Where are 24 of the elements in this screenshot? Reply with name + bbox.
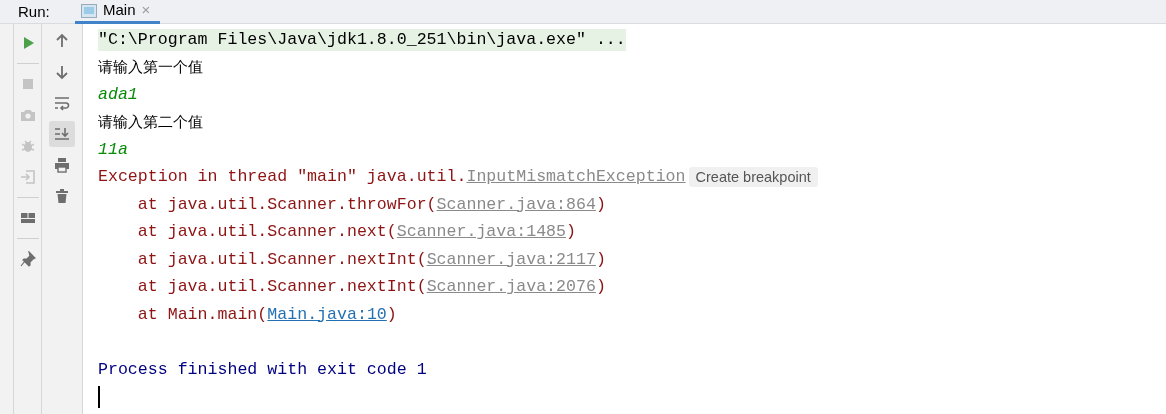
console-line: 请输入第一个值 (98, 58, 203, 78)
console-line: at java.util.Scanner.nextInt(Scanner.java:2117) (136, 248, 606, 271)
console-line: ada1 (98, 83, 138, 106)
console-line: at java.util.Scanner.next(Scanner.java:1485) (136, 221, 576, 244)
text-cursor (98, 386, 100, 409)
scroll-to-end-icon[interactable] (49, 121, 75, 147)
link[interactable]: Main.java:10 (267, 304, 387, 324)
console-line: at java.util.Scanner.nextInt(Scanner.java:2076) (136, 276, 606, 299)
create-breakpoint-button[interactable]: Create breakpoint (688, 167, 818, 188)
console-line: at Main.main(Main.java:10) (136, 303, 397, 326)
run-label: Run: (17, 2, 51, 22)
link[interactable]: Scanner.java:2117 (426, 249, 596, 269)
link[interactable]: InputMismatchException (466, 167, 686, 187)
tab[interactable]: Main × (75, 0, 161, 24)
window-icon (81, 3, 97, 18)
console-line: 请输入第二个值 (98, 113, 203, 133)
console-line: Process finished with exit code 1 (98, 358, 427, 381)
link[interactable]: Scanner.java:1485 (396, 222, 567, 242)
link[interactable]: Scanner.java:2076 (426, 277, 596, 297)
console-line: at java.util.Scanner.throwFor(Scanner.java:864) (136, 193, 606, 216)
link[interactable]: Scanner.java:864 (436, 194, 596, 214)
console-line: 11a (98, 138, 128, 161)
console-line: Exception in thread "main" java.util.InputMismatchException (98, 166, 686, 189)
close-icon[interactable]: × (141, 0, 151, 22)
